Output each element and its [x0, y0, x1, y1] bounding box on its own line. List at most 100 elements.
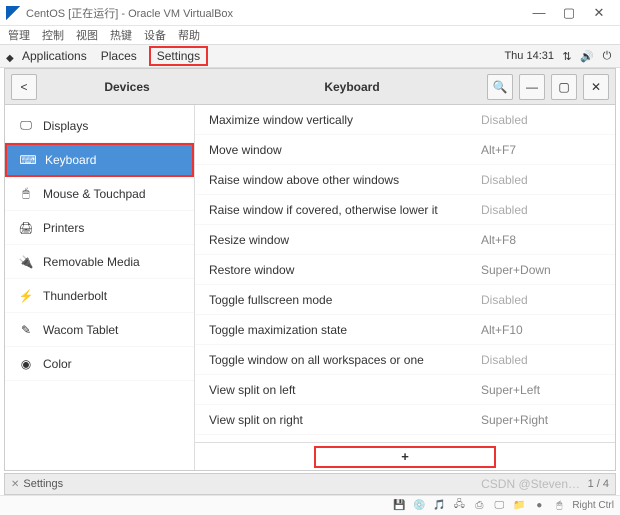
usb-status-icon: ⎙ — [472, 500, 486, 511]
add-shortcut-button[interactable]: + — [350, 448, 460, 466]
shortcut-accel: Alt+F7 — [481, 143, 601, 157]
vbox-menu-item[interactable]: 控制 — [42, 27, 64, 43]
shortcut-label: View split on left — [209, 383, 481, 397]
sidebar-item-label: Keyboard — [45, 153, 96, 167]
sidebar-item-thunderbolt[interactable]: ⚡ Thunderbolt — [5, 279, 194, 313]
add-shortcut-highlight: + — [314, 446, 496, 468]
vbox-minimize-button[interactable]: — — [524, 5, 554, 20]
detail-pane: Maximize window verticallyDisabledMove w… — [195, 105, 615, 470]
sidebar-item-printers[interactable]: 🖨 Printers — [5, 211, 194, 245]
shortcut-row[interactable]: View split on rightSuper+Right — [195, 405, 615, 435]
color-icon: ◉ — [19, 357, 33, 371]
settings-menu[interactable]: Settings — [149, 46, 208, 66]
window-close-button[interactable]: ✕ — [583, 74, 609, 100]
tablet-icon: ✎ — [19, 323, 33, 337]
usb-icon: 🔌 — [19, 255, 33, 269]
net-icon: 🖧 — [452, 497, 466, 514]
vbox-menu-item[interactable]: 管理 — [8, 27, 30, 43]
shortcut-accel: Disabled — [481, 293, 601, 307]
vbox-close-button[interactable]: ✕ — [584, 5, 614, 21]
shortcut-accel: Disabled — [481, 113, 601, 127]
shortcut-row[interactable]: Toggle window on all workspaces or oneDi… — [195, 345, 615, 375]
shortcut-row[interactable]: Raise window above other windowsDisabled — [195, 165, 615, 195]
sidebar-item-label: Thunderbolt — [43, 289, 107, 303]
sidebar-item-label: Printers — [43, 221, 84, 235]
activities-icon[interactable] — [6, 50, 18, 62]
places-menu[interactable]: Places — [101, 49, 137, 63]
taskbar-app-label: Settings — [23, 478, 63, 490]
vbox-menu-item[interactable]: 视图 — [76, 27, 98, 43]
shortcut-label: View split on right — [209, 413, 481, 427]
vbox-title: CentOS [正在运行] - Oracle VM VirtualBox — [26, 5, 524, 21]
page-title: Keyboard — [217, 80, 487, 94]
sidebar-item-wacom[interactable]: ✎ Wacom Tablet — [5, 313, 194, 347]
shortcut-accel: Disabled — [481, 353, 601, 367]
gnome-taskbar: Settings 1 / 4 — [4, 473, 616, 495]
printer-icon: 🖨 — [19, 221, 33, 235]
applications-menu[interactable]: Applications — [22, 49, 87, 63]
shortcut-row[interactable]: View split on leftSuper+Left — [195, 375, 615, 405]
vbox-maximize-button[interactable]: ▢ — [554, 5, 584, 21]
vbox-menu-item[interactable]: 帮助 — [178, 27, 200, 43]
sidebar-item-removable-media[interactable]: 🔌 Removable Media — [5, 245, 194, 279]
search-icon: 🔍 — [493, 80, 508, 94]
vbox-status-bar: 💾 💿 🎵 🖧 ⎙ 🖵 📁 ● 🖱 Right Ctrl — [0, 495, 620, 515]
shortcut-accel: Super+Down — [481, 263, 601, 277]
hdd-icon: 💾 — [392, 500, 406, 511]
vbox-titlebar: CentOS [正在运行] - Oracle VM VirtualBox — ▢… — [0, 0, 620, 26]
shortcut-label: Toggle maximization state — [209, 323, 481, 337]
taskbar-app[interactable]: Settings — [11, 478, 63, 490]
optical-icon: 💿 — [412, 500, 426, 511]
shortcut-accel: Alt+F10 — [481, 323, 601, 337]
sidebar-title: Devices — [37, 80, 217, 94]
sidebar-item-keyboard[interactable]: ⌨ Keyboard — [5, 143, 194, 177]
sidebar-item-label: Color — [43, 357, 72, 371]
shortcut-row[interactable]: Restore windowSuper+Down — [195, 255, 615, 285]
shared-folder-icon: 📁 — [512, 500, 526, 511]
settings-window: < Devices Keyboard 🔍 — ▢ ✕ 🖵 Displays ⌨ … — [4, 68, 616, 471]
workspace-indicator[interactable]: 1 / 4 — [588, 478, 609, 490]
keyboard-icon: ⌨ — [21, 153, 35, 167]
gnome-top-bar: Applications Places Settings Thu 14:31 ⇅… — [0, 44, 620, 68]
audio-icon: 🎵 — [432, 500, 446, 511]
sidebar-item-color[interactable]: ◉ Color — [5, 347, 194, 381]
shortcut-label: Raise window if covered, otherwise lower… — [209, 203, 481, 217]
sidebar-item-mouse[interactable]: 🖱 Mouse & Touchpad — [5, 177, 194, 211]
vbox-menu-item[interactable]: 设备 — [144, 27, 166, 43]
shortcut-row[interactable]: Move windowAlt+F7 — [195, 135, 615, 165]
sidebar-item-label: Displays — [43, 119, 88, 133]
power-icon[interactable]: ⏻ — [600, 50, 614, 63]
sidebar-item-label: Removable Media — [43, 255, 140, 269]
shortcut-row[interactable]: Toggle fullscreen modeDisabled — [195, 285, 615, 315]
display-status-icon: 🖵 — [492, 500, 506, 511]
mouse-capture-icon: 🖱 — [552, 500, 566, 511]
shortcut-label: Move window — [209, 143, 481, 157]
shortcut-accel: Disabled — [481, 173, 601, 187]
sidebar: 🖵 Displays ⌨ Keyboard 🖱 Mouse & Touchpad… — [5, 105, 195, 470]
shortcut-row[interactable]: Toggle maximization stateAlt+F10 — [195, 315, 615, 345]
add-shortcut-row: + — [195, 442, 615, 470]
shortcut-label: Resize window — [209, 233, 481, 247]
shortcut-label: Toggle fullscreen mode — [209, 293, 481, 307]
shortcut-list[interactable]: Maximize window verticallyDisabledMove w… — [195, 105, 615, 442]
shortcut-label: Toggle window on all workspaces or one — [209, 353, 481, 367]
shortcut-accel: Super+Right — [481, 413, 601, 427]
shortcut-row[interactable]: Resize windowAlt+F8 — [195, 225, 615, 255]
network-icon[interactable]: ⇅ — [560, 50, 574, 63]
sidebar-item-displays[interactable]: 🖵 Displays — [5, 109, 194, 143]
settings-header: < Devices Keyboard 🔍 — ▢ ✕ — [5, 69, 615, 105]
sidebar-item-label: Mouse & Touchpad — [43, 187, 146, 201]
window-maximize-button[interactable]: ▢ — [551, 74, 577, 100]
shortcut-row[interactable]: Maximize window verticallyDisabled — [195, 105, 615, 135]
mouse-icon: 🖱 — [19, 187, 33, 201]
window-minimize-button[interactable]: — — [519, 74, 545, 100]
clock[interactable]: Thu 14:31 — [504, 50, 554, 62]
shortcut-accel: Super+Left — [481, 383, 601, 397]
shortcut-row[interactable]: Raise window if covered, otherwise lower… — [195, 195, 615, 225]
search-button[interactable]: 🔍 — [487, 74, 513, 100]
back-button[interactable]: < — [11, 74, 37, 100]
volume-icon[interactable]: 🔊 — [580, 50, 594, 63]
host-key-indicator: Right Ctrl — [572, 500, 614, 511]
vbox-menu-item[interactable]: 热键 — [110, 27, 132, 43]
shortcut-label: Maximize window vertically — [209, 113, 481, 127]
